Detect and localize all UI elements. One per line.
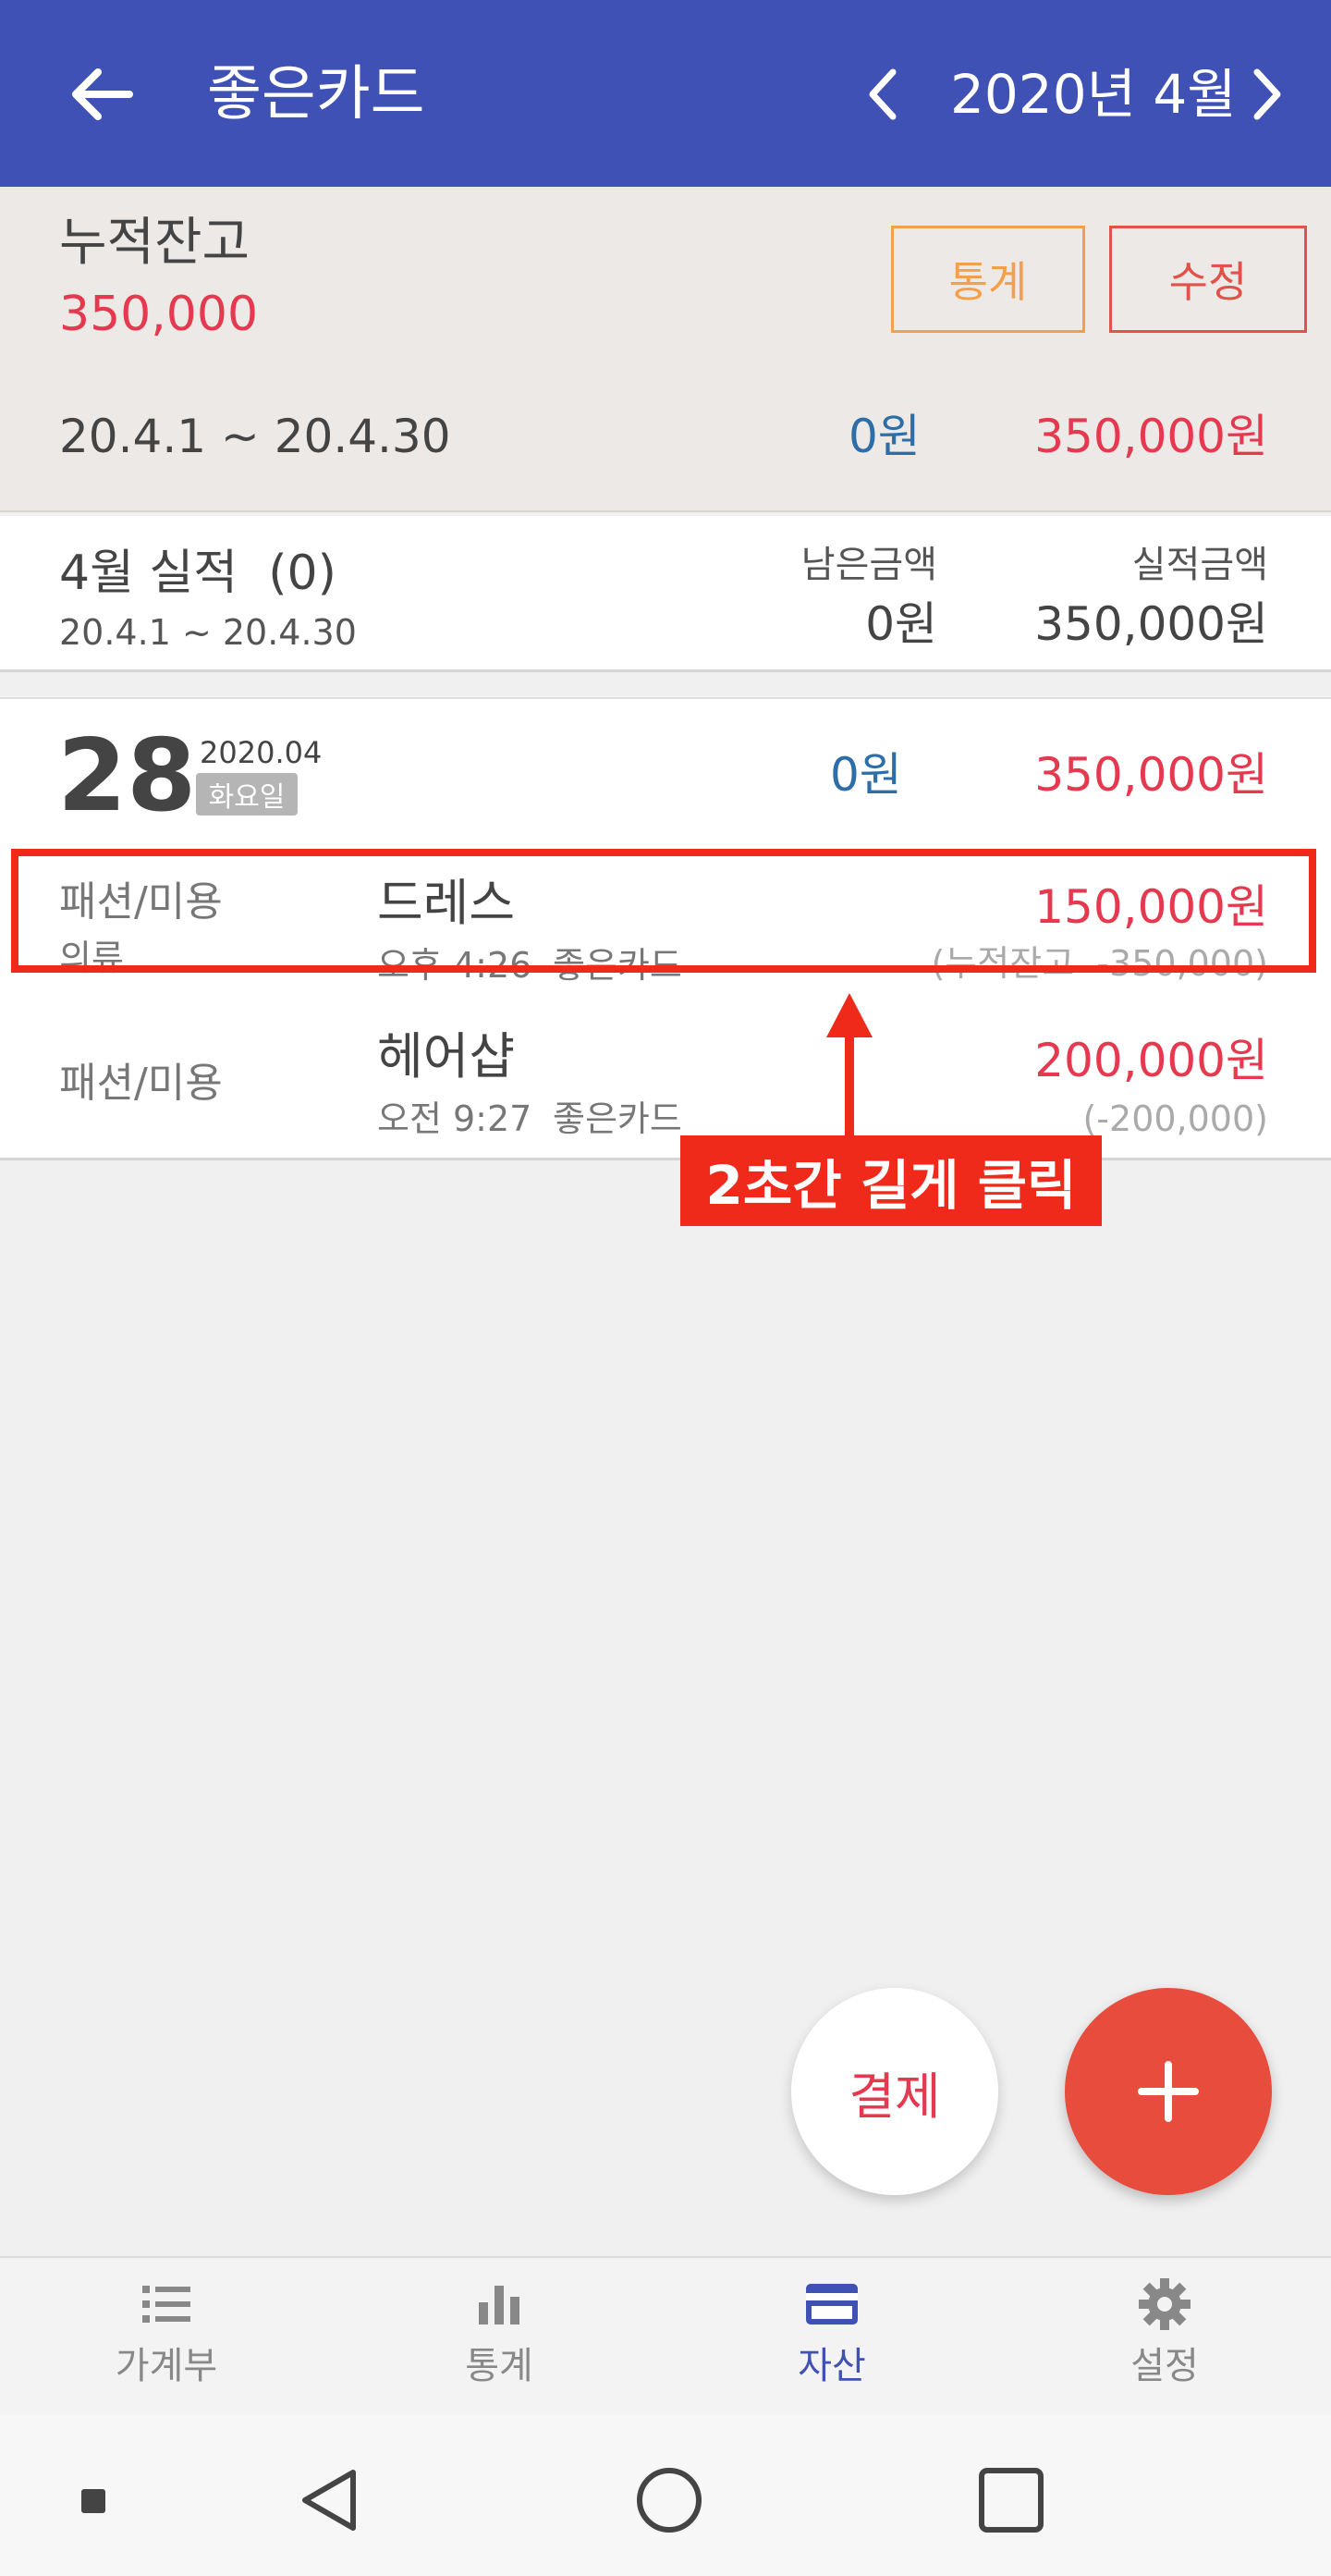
transaction-amount: 200,000원 [1034, 1034, 1268, 1087]
performance-amount-label: 실적금액 [1131, 544, 1268, 586]
nav-item-ledger[interactable]: 가계부 [55, 2275, 277, 2404]
recents-square-icon[interactable] [976, 2465, 1046, 2535]
transaction-time: 오전 9:27 [377, 1098, 532, 1139]
chevron-right-icon[interactable] [1244, 65, 1290, 124]
highlight-box [11, 849, 1316, 973]
remaining-value: 0원 [865, 597, 937, 651]
card-icon [806, 2284, 858, 2325]
nav-item-settings[interactable]: 설정 [1054, 2275, 1276, 2404]
nav-label: 가계부 [115, 2345, 218, 2387]
bar-chart-icon [479, 2286, 519, 2325]
balance-value: 350,000 [59, 287, 259, 342]
transaction-category: 패션/미용 [59, 1060, 223, 1107]
transaction-balance: (-200,000) [1082, 1098, 1268, 1139]
balance-label: 누적잔고 [59, 213, 250, 273]
stats-button[interactable]: 통계 [891, 226, 1085, 333]
annotation-arrow [845, 1032, 854, 1139]
back-arrow-icon[interactable] [65, 57, 139, 131]
month-label[interactable]: 2020년 4월 [950, 57, 1237, 131]
chevron-left-icon[interactable] [860, 65, 906, 124]
transaction-name: 헤어샵 [377, 1027, 516, 1086]
nav-item-stats[interactable]: 통계 [388, 2275, 610, 2404]
day-number: 28 [57, 718, 197, 834]
nav-label: 자산 [798, 2345, 866, 2387]
back-triangle-icon[interactable] [294, 2465, 364, 2535]
balance-expense: 350,000원 [1034, 410, 1268, 463]
nav-label: 설정 [1130, 2345, 1199, 2387]
square-dot-icon[interactable] [79, 2487, 107, 2515]
performance-title: 4월 실적 (0) [59, 546, 336, 601]
plus-icon [1138, 2061, 1199, 2122]
day-income: 0원 [830, 748, 902, 802]
day-weekday-badge: 화요일 [196, 773, 298, 816]
list-icon [142, 2286, 190, 2323]
day-expense: 350,000원 [1034, 748, 1268, 802]
performance-amount-value: 350,000원 [1034, 597, 1268, 651]
balance-income: 0원 [849, 410, 921, 463]
edit-button[interactable]: 수정 [1109, 226, 1307, 333]
home-circle-icon[interactable] [634, 2465, 704, 2535]
performance-date-range: 20.4.1 ~ 20.4.30 [59, 612, 357, 653]
balance-date-range: 20.4.1 ~ 20.4.30 [59, 410, 451, 463]
day-year-month: 2020.04 [200, 735, 323, 770]
page-title: 좋은카드 [207, 60, 425, 129]
nav-item-assets[interactable]: 자산 [721, 2275, 943, 2404]
remaining-label: 남은금액 [800, 544, 937, 586]
pay-fab-button[interactable]: 결제 [791, 1988, 998, 2195]
nav-label: 통계 [465, 2345, 533, 2387]
transaction-card: 좋은카드 [553, 1098, 682, 1139]
gear-icon [1139, 2278, 1191, 2330]
annotation-arrow-head [826, 993, 873, 1037]
add-fab-button[interactable] [1065, 1988, 1272, 2195]
annotation-callout: 2초간 길게 클릭 [680, 1135, 1102, 1226]
